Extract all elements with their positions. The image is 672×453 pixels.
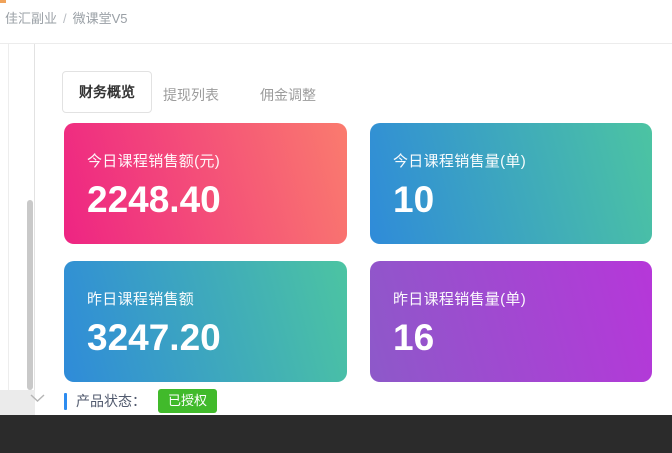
- stat-card-yesterday-sales-count: 昨日课程销售量(单) 16: [370, 261, 652, 382]
- scrollbar-thumb[interactable]: [27, 200, 33, 390]
- stat-card-today-sales-count: 今日课程销售量(单) 10: [370, 123, 652, 244]
- stat-card-yesterday-sales-amount: 昨日课程销售额 3247.20: [64, 261, 347, 382]
- admin-panel: 财务概览 提现列表 佣金调整 今日课程销售额(元) 2248.40 今日课程销售…: [36, 44, 672, 415]
- breadcrumb-item-page[interactable]: 微课堂V5: [73, 11, 128, 26]
- breadcrumb-separator: /: [63, 11, 67, 26]
- panel-divider: [8, 44, 9, 415]
- tab-withdraw-list[interactable]: 提现列表: [163, 85, 219, 105]
- product-status-row: 产品状态： 已授权: [64, 388, 217, 414]
- product-status-label: 产品状态：: [76, 391, 146, 411]
- status-badge: 已授权: [158, 389, 217, 413]
- stat-card-value: 10: [393, 179, 629, 222]
- status-accent-bar: [64, 393, 67, 410]
- logo-fragment: [0, 0, 6, 3]
- stat-card-label: 今日课程销售额(元): [87, 150, 324, 171]
- chevron-down-icon[interactable]: [29, 393, 46, 403]
- stat-card-value: 3247.20: [87, 317, 324, 360]
- background-window-strip: [0, 44, 35, 415]
- tab-finance-overview[interactable]: 财务概览: [62, 71, 152, 113]
- windows-taskbar: 中 23:55 2024/1/5 2: [0, 415, 672, 453]
- stat-card-label: 昨日课程销售量(单): [393, 288, 629, 309]
- stat-card-today-sales-amount: 今日课程销售额(元) 2248.40: [64, 123, 347, 244]
- page-header: 佳汇副业 / 微课堂V5: [0, 0, 672, 44]
- breadcrumb: 佳汇副业 / 微课堂V5: [5, 8, 128, 27]
- stat-card-value: 2248.40: [87, 179, 324, 222]
- stat-card-value: 16: [393, 317, 629, 360]
- breadcrumb-item-app[interactable]: 佳汇副业: [5, 11, 57, 26]
- stat-card-label: 今日课程销售量(单): [393, 150, 629, 171]
- tab-commission-adjust[interactable]: 佣金调整: [260, 85, 316, 105]
- stat-card-label: 昨日课程销售额: [87, 288, 324, 309]
